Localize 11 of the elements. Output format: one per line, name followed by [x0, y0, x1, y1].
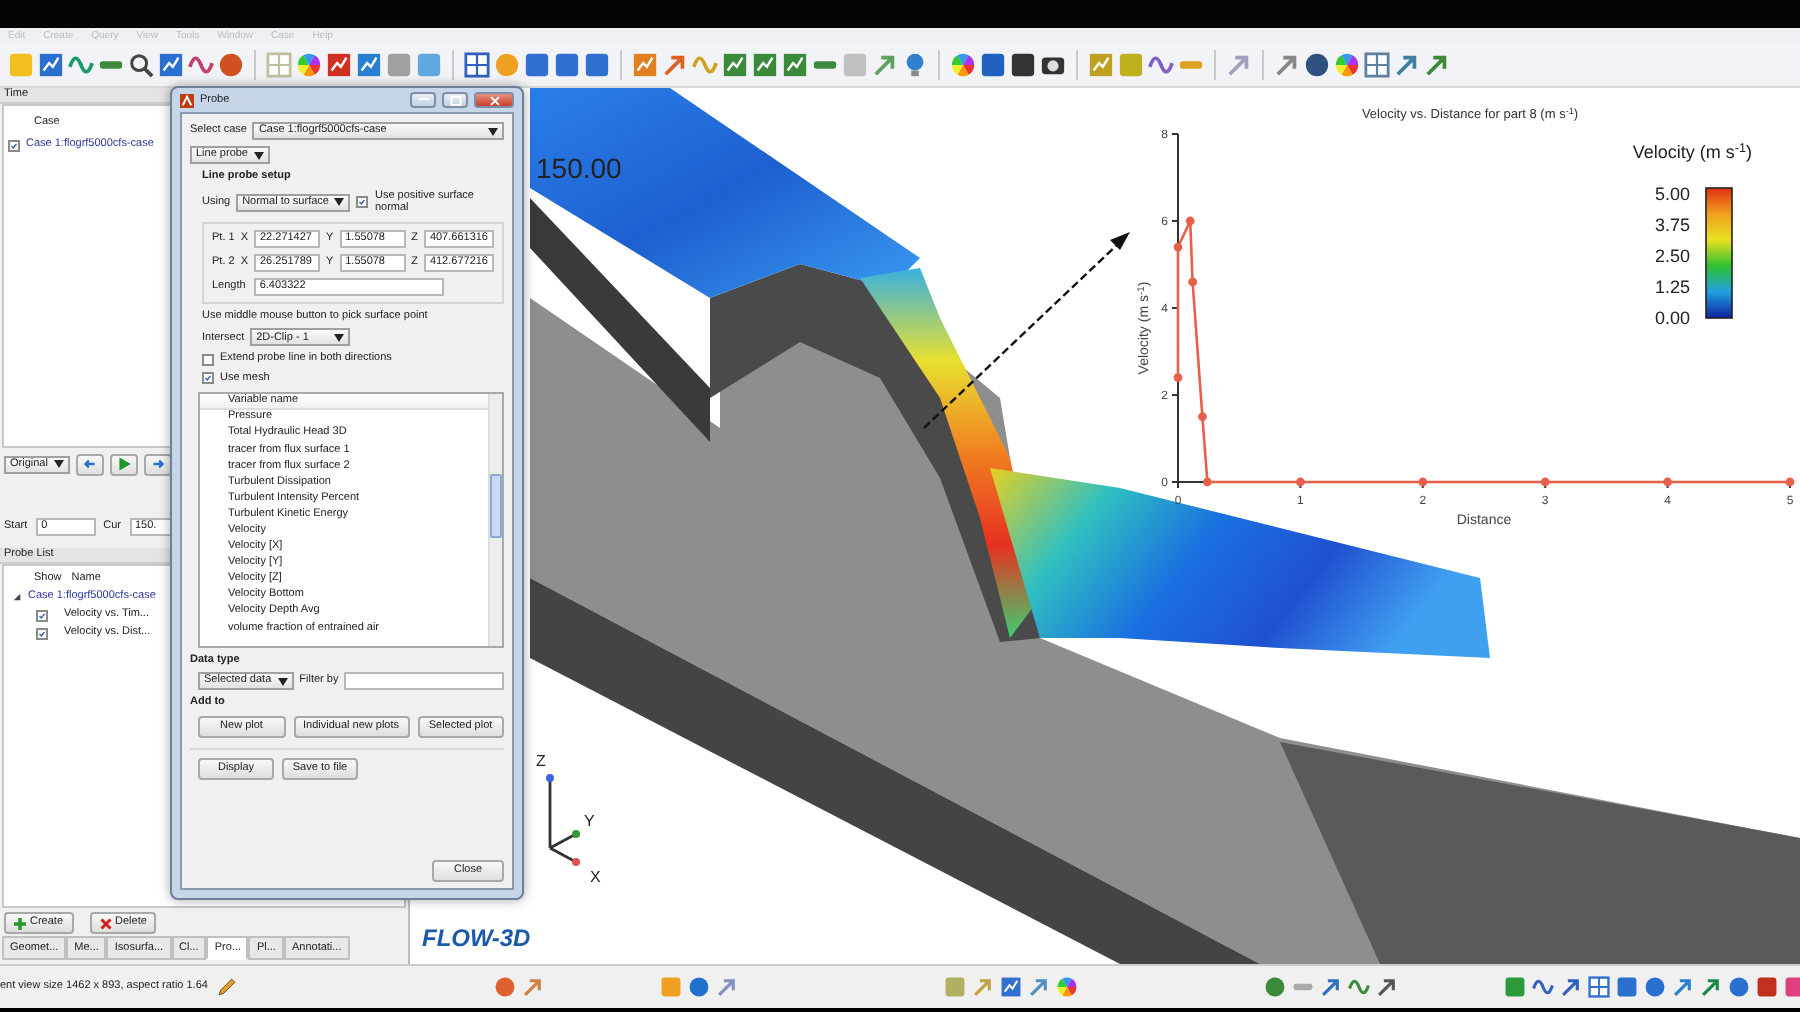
- axis-label: Y: [584, 812, 595, 830]
- axis-label: Z: [536, 752, 546, 770]
- legend-label: 2.50: [1654, 246, 1690, 266]
- legend-label: 1.25: [1654, 277, 1690, 297]
- legend-label: 0.00: [1654, 308, 1690, 328]
- axis-label: X: [590, 868, 601, 886]
- legend-label: 5.00: [1654, 184, 1690, 204]
- time-label: 150.00: [536, 152, 622, 186]
- legend-title: Velocity (m s$^{-1}$): [1632, 141, 1752, 162]
- legend-label: 3.75: [1654, 215, 1690, 235]
- logo-text: FLOW-3D: [422, 923, 531, 952]
